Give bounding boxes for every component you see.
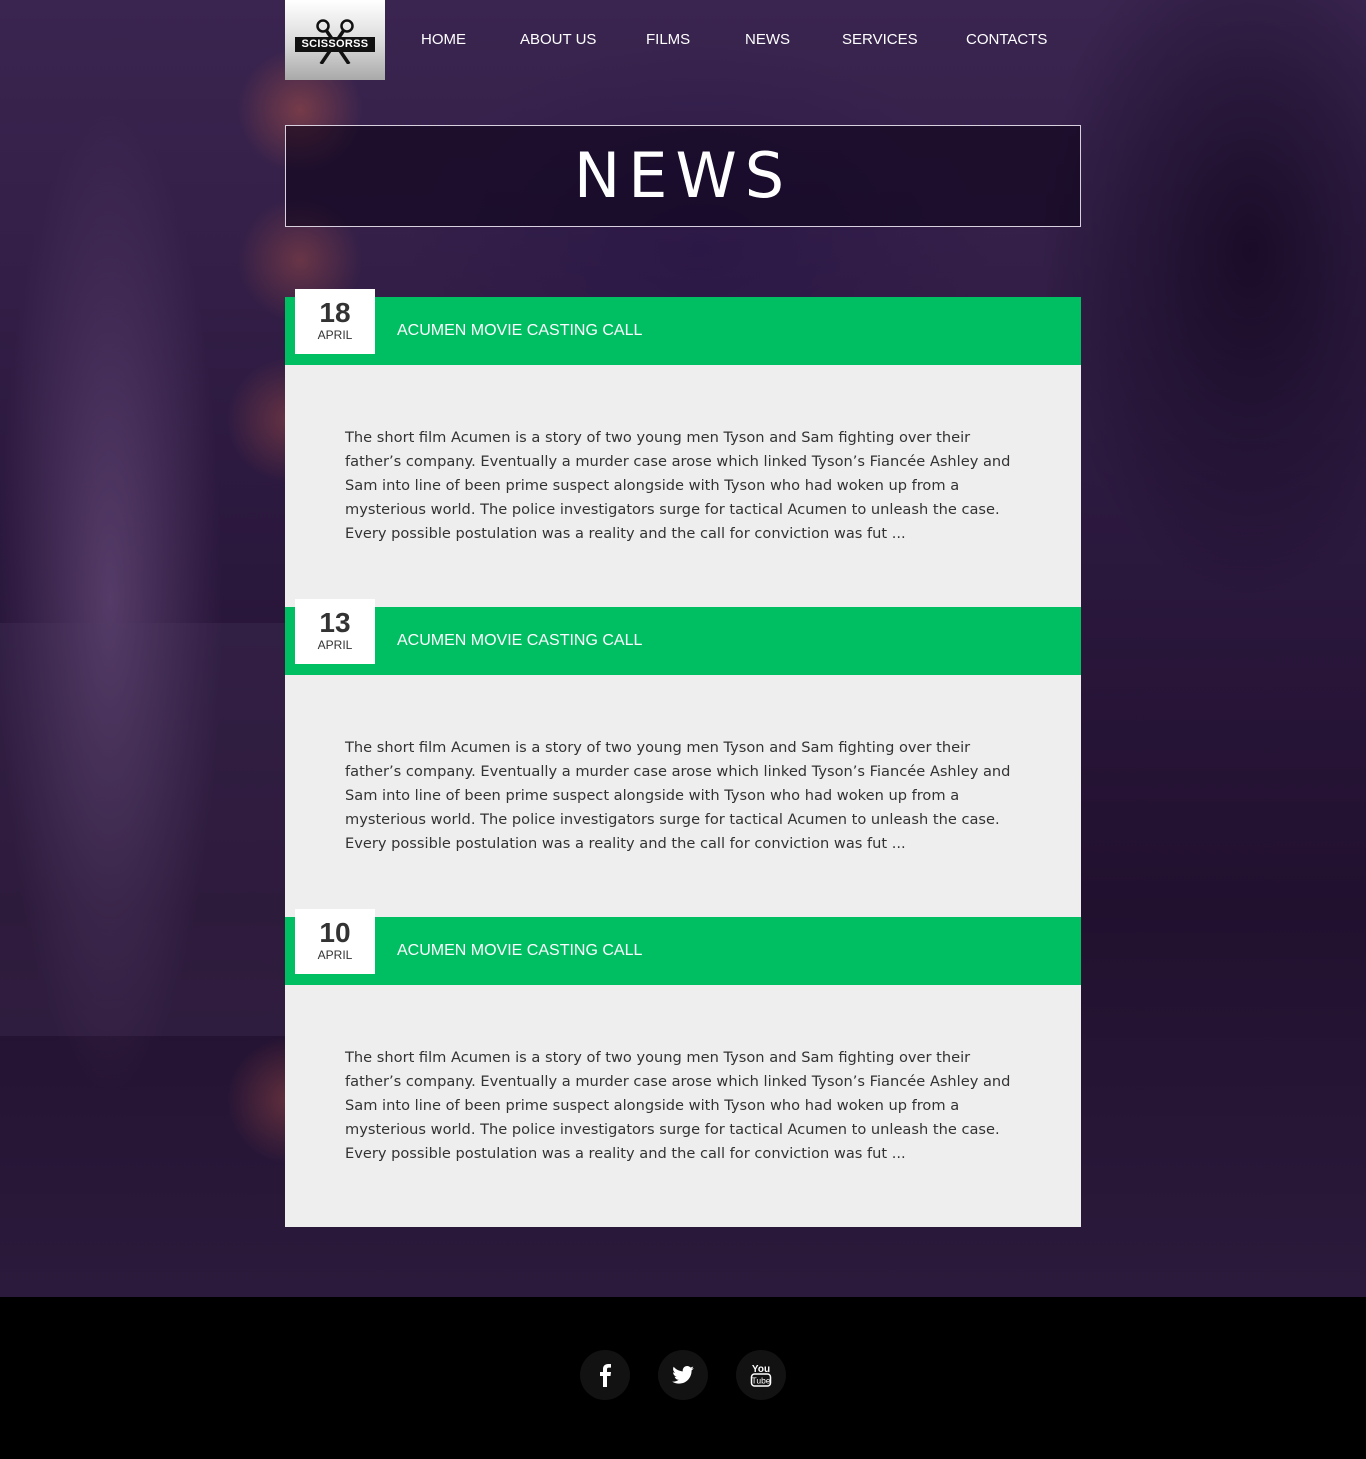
news-item: 13 APRIL ACUMEN MOVIE CASTING CALL The s…: [285, 599, 1081, 917]
nav-about-us[interactable]: ABOUT US: [520, 30, 596, 50]
date-day: 10: [319, 917, 351, 948]
news-title-link[interactable]: ACUMEN MOVIE CASTING CALL: [397, 917, 642, 985]
news-title-link[interactable]: ACUMEN MOVIE CASTING CALL: [397, 607, 642, 675]
logo-text: SCISSORSS: [295, 37, 375, 52]
nav-films[interactable]: FILMS: [646, 30, 690, 50]
facebook-icon: [600, 1364, 611, 1387]
news-body: The short film Acumen is a story of two …: [285, 365, 1081, 607]
date-badge: 13 APRIL: [295, 599, 375, 664]
page-title-box: NEWS: [285, 125, 1081, 227]
news-header: 13 APRIL ACUMEN MOVIE CASTING CALL: [285, 599, 1081, 675]
date-month: APRIL: [317, 638, 353, 652]
news-excerpt: The short film Acumen is a story of two …: [345, 429, 1011, 542]
nav-news[interactable]: NEWS: [745, 30, 790, 50]
news-body: The short film Acumen is a story of two …: [285, 985, 1081, 1227]
news-list: 18 APRIL ACUMEN MOVIE CASTING CALL The s…: [285, 289, 1081, 1227]
news-header: 10 APRIL ACUMEN MOVIE CASTING CALL: [285, 909, 1081, 985]
news-header: 18 APRIL ACUMEN MOVIE CASTING CALL: [285, 289, 1081, 365]
svg-text:Tube: Tube: [751, 1376, 770, 1386]
twitter-link[interactable]: [658, 1350, 708, 1400]
date-day: 13: [319, 607, 351, 638]
background-band: [0, 623, 285, 1036]
news-excerpt: The short film Acumen is a story of two …: [345, 739, 1011, 852]
news-body: The short film Acumen is a story of two …: [285, 675, 1081, 917]
news-excerpt: The short film Acumen is a story of two …: [345, 1049, 1011, 1162]
twitter-icon: [672, 1366, 694, 1384]
facebook-link[interactable]: [580, 1350, 630, 1400]
date-day: 18: [319, 297, 351, 328]
date-badge: 10 APRIL: [295, 909, 375, 974]
date-month: APRIL: [317, 328, 353, 342]
youtube-link[interactable]: You Tube: [736, 1350, 786, 1400]
news-item: 10 APRIL ACUMEN MOVIE CASTING CALL The s…: [285, 909, 1081, 1227]
date-badge: 18 APRIL: [295, 289, 375, 354]
nav-contacts[interactable]: CONTACTS: [966, 30, 1047, 50]
date-month: APRIL: [317, 948, 353, 962]
site-logo[interactable]: SCISSORSS: [285, 0, 385, 80]
nav-home[interactable]: HOME: [421, 30, 466, 50]
news-item: 18 APRIL ACUMEN MOVIE CASTING CALL The s…: [285, 289, 1081, 607]
youtube-icon: You Tube: [750, 1364, 772, 1387]
nav-services[interactable]: SERVICES: [842, 30, 918, 50]
page-title: NEWS: [573, 139, 793, 212]
news-title-link[interactable]: ACUMEN MOVIE CASTING CALL: [397, 297, 642, 365]
footer: You Tube: [0, 1297, 1366, 1459]
